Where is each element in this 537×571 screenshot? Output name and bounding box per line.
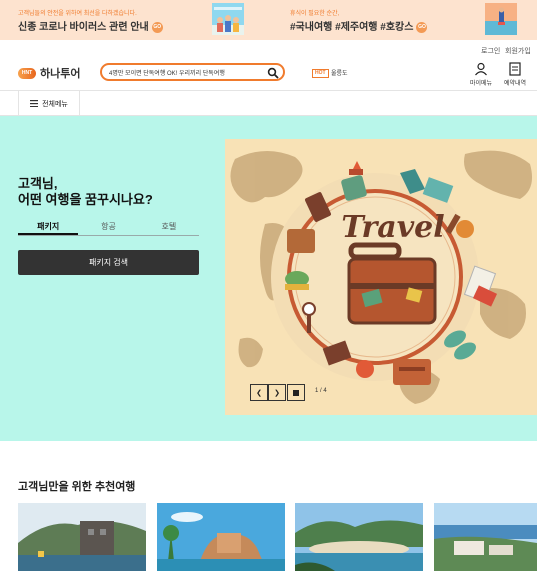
- carousel-stop-button[interactable]: [287, 384, 305, 401]
- hero-travel-illustration[interactable]: Travel: [225, 139, 537, 415]
- carousel-next-button[interactable]: ❯: [268, 384, 286, 401]
- recommend-card[interactable]: [295, 503, 423, 571]
- carousel-prev-button[interactable]: ❮: [250, 384, 268, 401]
- hot-badge: HOT: [312, 69, 329, 78]
- all-menu-label: 전체메뉴: [42, 100, 68, 108]
- user-icon: [475, 62, 487, 76]
- tab-hotel[interactable]: 호텔: [139, 220, 199, 235]
- banner-thumbnail-people: [212, 3, 244, 35]
- carousel-pager: 1 / 4: [315, 388, 327, 394]
- all-menu-button[interactable]: 전체메뉴: [18, 91, 80, 116]
- banner-left-link[interactable]: 신종 코로나 바이러스 관련 안내 GO: [18, 18, 163, 33]
- tab-package[interactable]: 패키지: [18, 220, 79, 235]
- banner-left-title: 신종 코로나 바이러스 관련 안내: [18, 22, 149, 33]
- stop-icon: [293, 389, 299, 396]
- reservations-label: 예약내역: [503, 81, 527, 87]
- greeting-line2: 어떤 여행을 꿈꾸시나요?: [18, 192, 153, 207]
- recommend-card[interactable]: [434, 503, 537, 571]
- reservations-button[interactable]: 예약내역: [501, 62, 529, 87]
- go-button[interactable]: GO: [416, 21, 428, 33]
- hot-keyword-link[interactable]: 울릉도: [331, 68, 348, 77]
- banner-right-title: #국내여행 #제주여행 #호캉스: [290, 22, 414, 33]
- go-button[interactable]: GO: [151, 21, 163, 33]
- recommend-section-title: 고객님만을 위한 추천여행: [18, 481, 136, 493]
- chevron-right-icon: ❯: [274, 389, 280, 397]
- logo-text: 하나투어: [40, 68, 81, 80]
- search-tabs: 패키지 항공 호텔: [18, 220, 199, 236]
- search-box[interactable]: 4명만 모이면 단독여행 OK! 우리끼리 단독여행: [100, 63, 285, 81]
- greeting-line1: 고객님,: [18, 176, 58, 191]
- main-nav: 전체메뉴: [0, 90, 537, 116]
- hero-greeting: 고객님, 어떤 여행을 꿈꾸시나요?: [18, 176, 153, 208]
- login-link[interactable]: 로그인: [481, 46, 500, 56]
- document-icon: [509, 62, 521, 76]
- top-promo-banner[interactable]: 고객님들의 안전을 위하여 최선을 다하겠습니다. 신종 코로나 바이러스 관련…: [0, 0, 537, 40]
- banner-right-link[interactable]: #국내여행 #제주여행 #호캉스 GO: [290, 18, 428, 33]
- package-search-button[interactable]: 패키지 검색: [18, 250, 199, 275]
- logo-mark: HNT: [18, 67, 36, 79]
- banner-left-subtext: 고객님들의 안전을 위하여 최선을 다하겠습니다.: [18, 11, 137, 17]
- hamburger-icon: [30, 100, 39, 107]
- search-input[interactable]: 4명만 모이면 단독여행 OK! 우리끼리 단독여행: [109, 68, 225, 77]
- search-icon[interactable]: [267, 66, 279, 84]
- site-logo[interactable]: HNT 하나투어: [18, 65, 80, 81]
- my-menu-button[interactable]: 마이메뉴: [467, 62, 495, 87]
- tab-flight[interactable]: 항공: [78, 220, 138, 235]
- recommend-card[interactable]: [18, 503, 146, 571]
- banner-thumbnail-beach: [485, 3, 517, 35]
- travel-script-text: Travel: [341, 210, 444, 245]
- chevron-left-icon: ❮: [256, 389, 262, 397]
- banner-right-subtext: 휴식이 필요한 순간,: [290, 11, 340, 17]
- my-menu-label: 마이메뉴: [469, 81, 493, 87]
- recommend-card[interactable]: [157, 503, 285, 571]
- signup-link[interactable]: 회원가입: [505, 46, 531, 56]
